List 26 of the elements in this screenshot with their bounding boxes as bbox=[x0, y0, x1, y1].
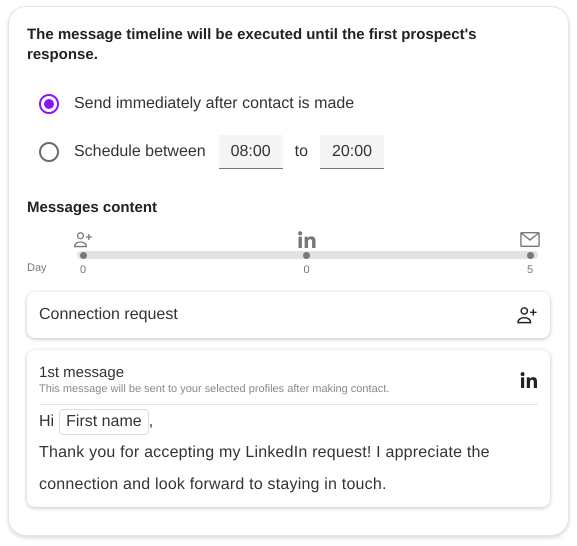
greeting-text: Hi bbox=[39, 412, 54, 432]
separator-text: to bbox=[294, 142, 308, 162]
add-user-icon bbox=[73, 230, 93, 248]
day-number: 0 bbox=[303, 262, 310, 278]
variable-chip[interactable]: First name bbox=[59, 409, 149, 435]
step-card[interactable]: Connection request bbox=[27, 292, 550, 338]
time-field[interactable]: 08:00 bbox=[218, 135, 283, 169]
day-number: 0 bbox=[80, 262, 86, 278]
card-subtitle: This message will be sent to your selected profiles after making contact. bbox=[39, 382, 390, 396]
add-user-icon bbox=[516, 306, 538, 324]
radio-button[interactable] bbox=[39, 142, 59, 162]
notice-text: The message timeline will be executed until the first prospect's response. bbox=[27, 25, 478, 65]
time-field[interactable]: 20:00 bbox=[320, 135, 384, 169]
card-title: 1st message bbox=[39, 364, 126, 382]
card-title: Connection request bbox=[39, 305, 178, 325]
option-label: Schedule between bbox=[74, 142, 206, 162]
day-label: Day bbox=[27, 260, 48, 276]
linkedin-icon bbox=[520, 372, 538, 388]
mail-icon bbox=[520, 230, 540, 248]
radio-button[interactable] bbox=[39, 94, 59, 114]
greeting-end: , bbox=[148, 412, 154, 432]
linkedin-icon bbox=[296, 230, 316, 248]
option-label: Send immediately after contact is made bbox=[74, 94, 354, 114]
message-body: Thank you for accepting my LinkedIn request! I appreciate the connection and look forward to staying in touch. bbox=[39, 443, 491, 495]
day-number: 5 bbox=[526, 262, 534, 278]
section-title: Messages content bbox=[27, 198, 158, 218]
